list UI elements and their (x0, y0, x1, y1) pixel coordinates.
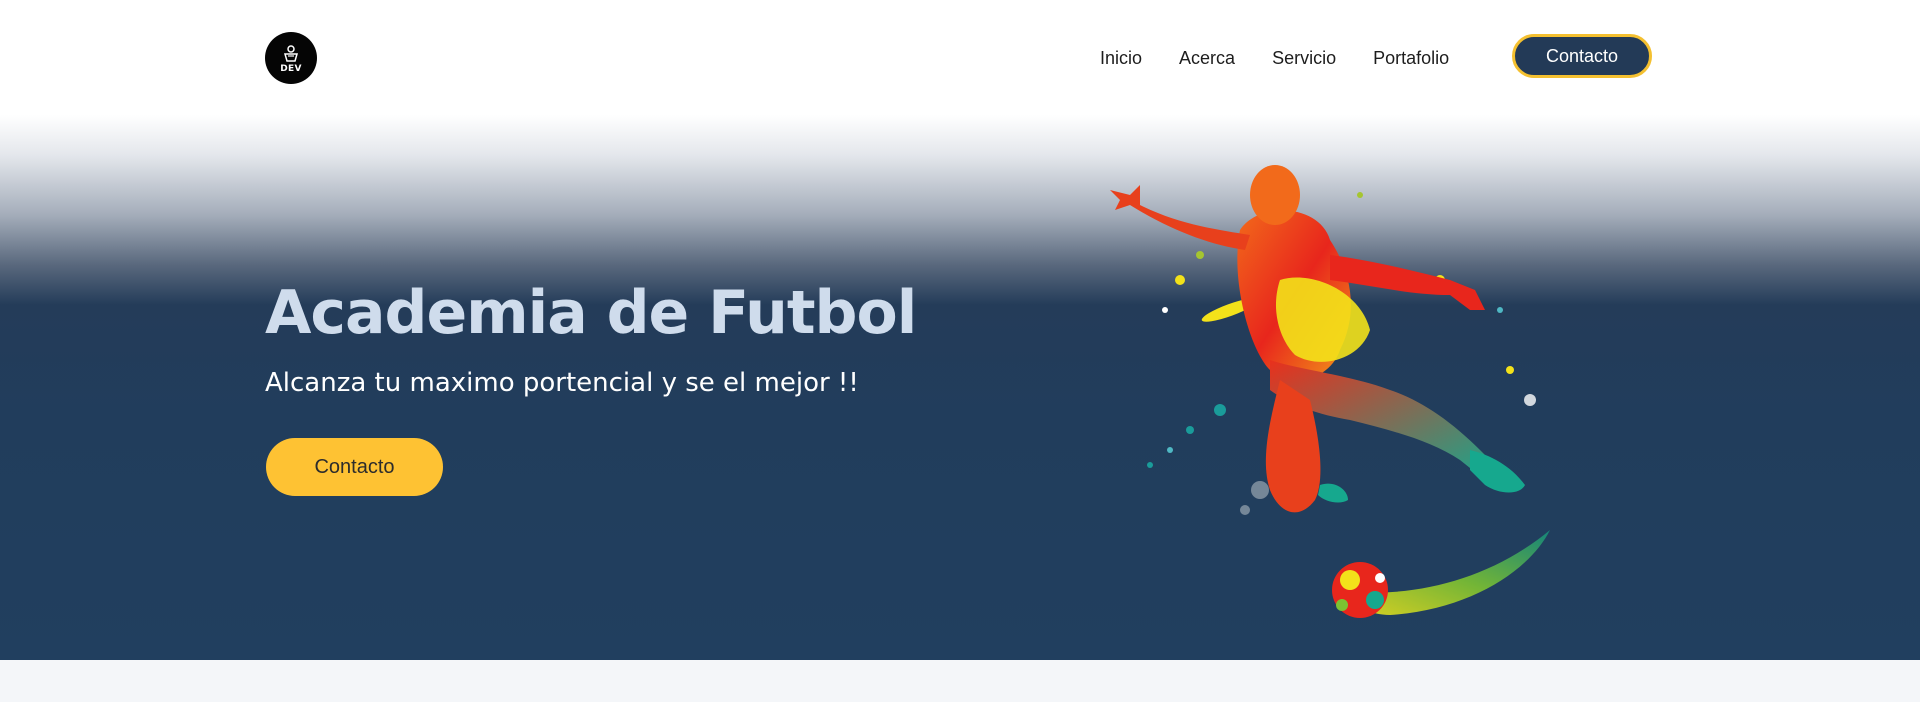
hero-title: Academia de Futbol (265, 278, 917, 348)
logo[interactable]: DEV (265, 32, 317, 84)
hero-subtitle: Alcanza tu maximo portencial y se el mej… (265, 368, 859, 398)
developer-icon (284, 44, 298, 62)
main-nav: Inicio Acerca Servicio Portafolio (1100, 46, 1486, 70)
nav-link-portafolio[interactable]: Portafolio (1373, 46, 1449, 70)
soccer-ball-icon (1332, 562, 1388, 618)
logo-text: DEV (280, 63, 302, 74)
site-header: DEV Inicio Acerca Servicio Portafolio Co… (0, 0, 1920, 115)
nav-link-inicio[interactable]: Inicio (1100, 46, 1142, 70)
nav-link-acerca[interactable]: Acerca (1179, 46, 1235, 70)
soccer-player-illustration (1110, 165, 1550, 618)
next-section-strip (0, 660, 1920, 702)
header-contact-button[interactable]: Contacto (1512, 34, 1652, 78)
hero-contact-button[interactable]: Contacto (266, 438, 443, 496)
nav-link-servicio[interactable]: Servicio (1272, 46, 1336, 70)
page: DEV Inicio Acerca Servicio Portafolio Co… (0, 0, 1920, 702)
